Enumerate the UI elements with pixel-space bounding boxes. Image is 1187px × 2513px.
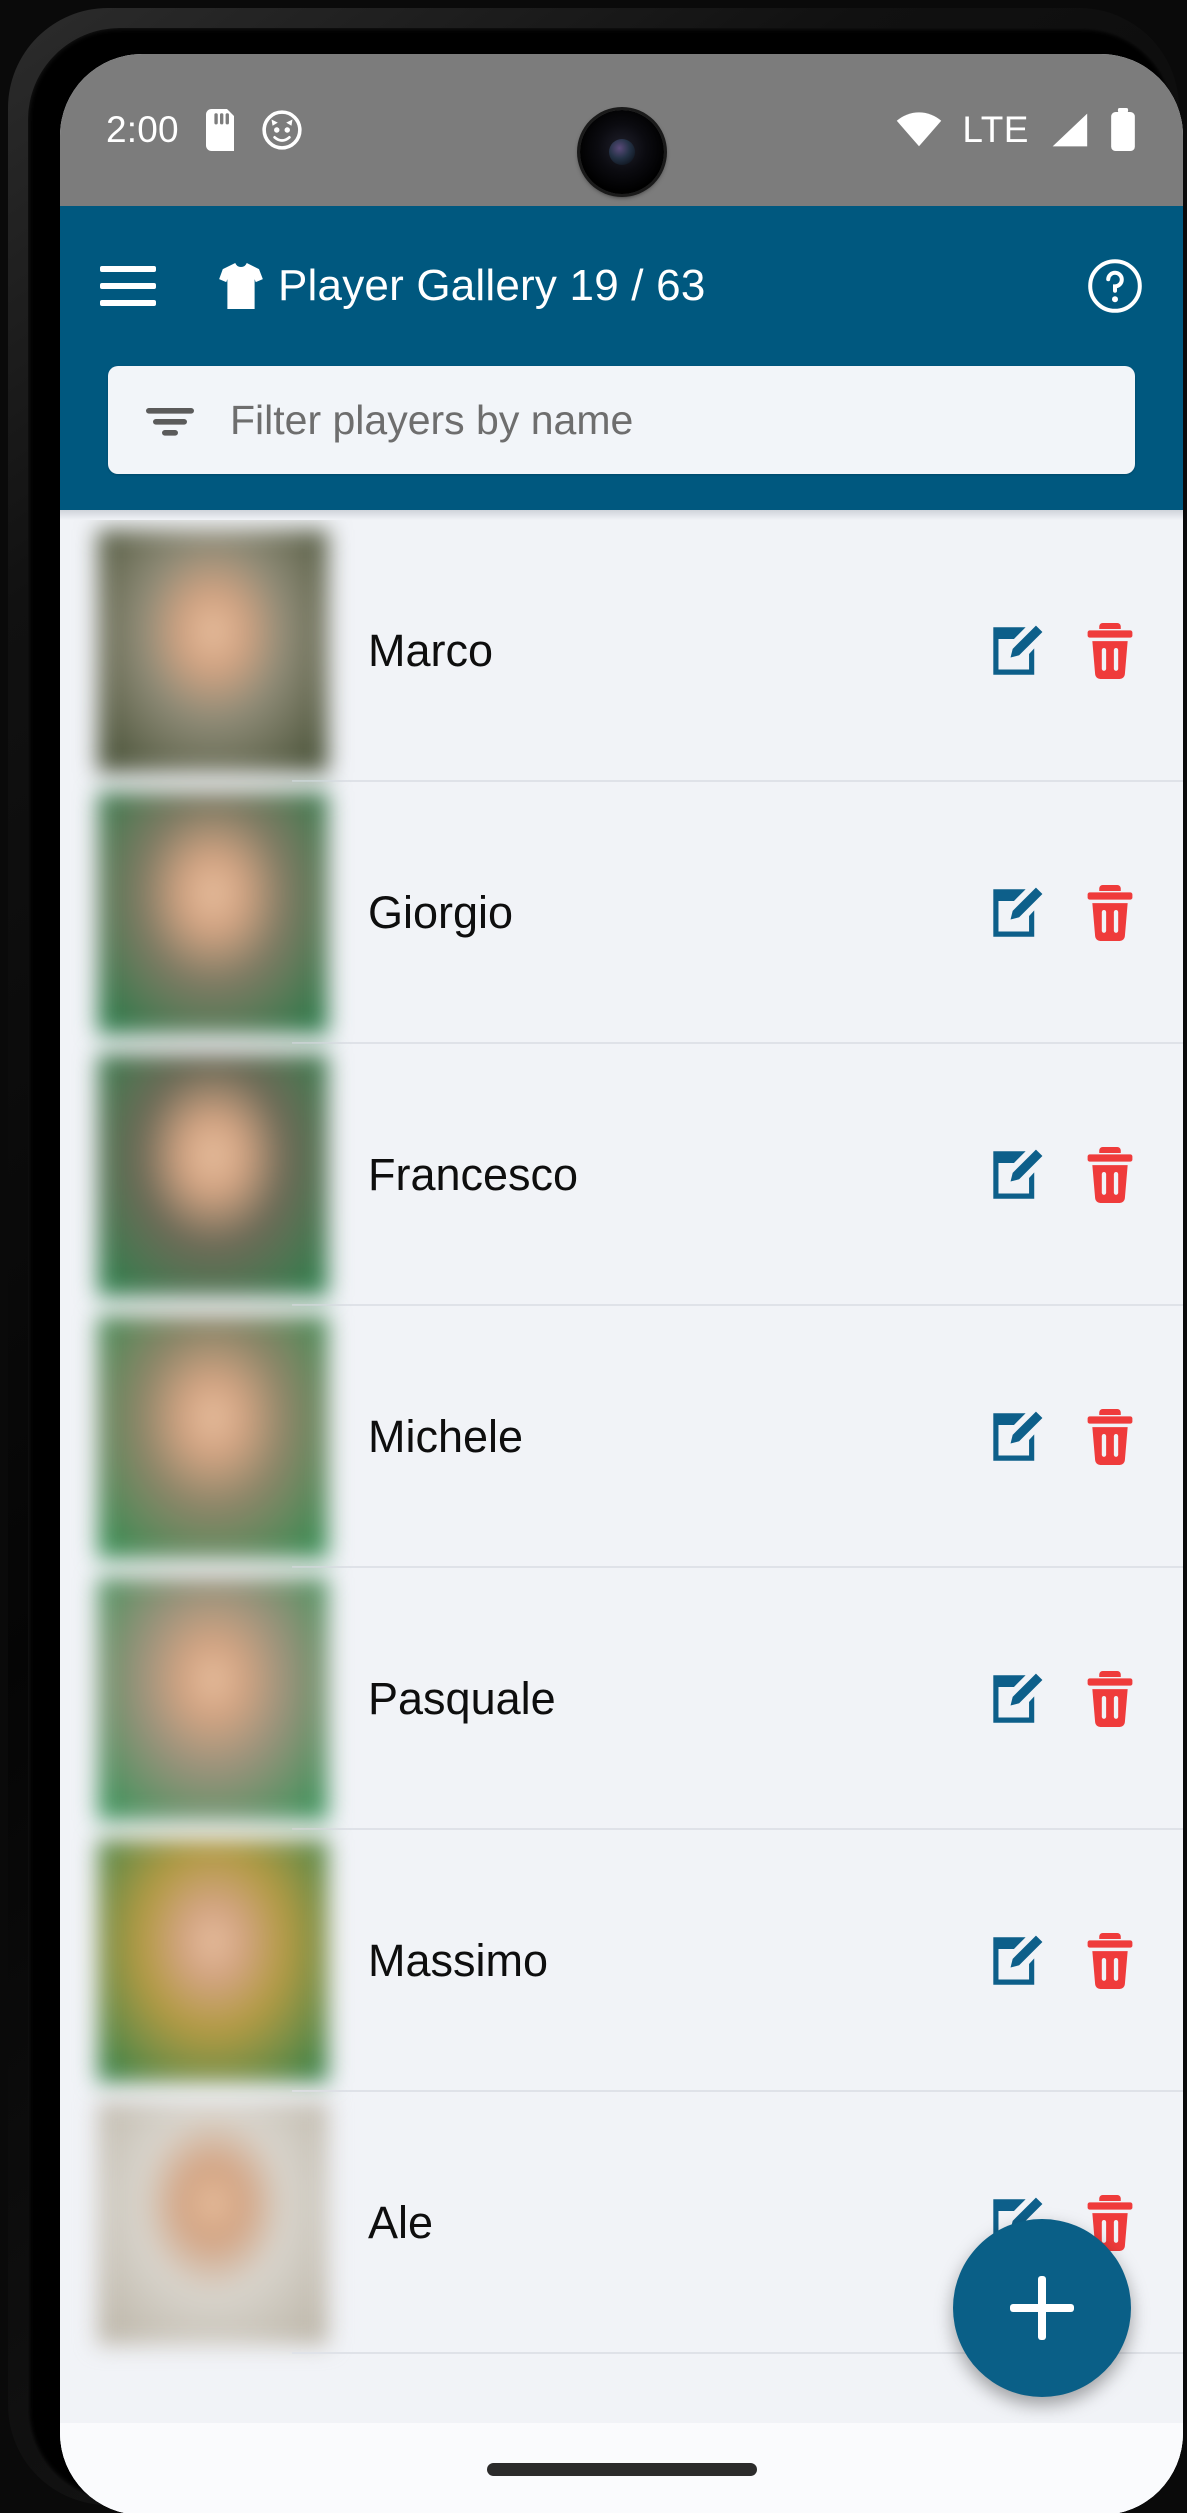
help-circle-icon[interactable] [1087, 258, 1143, 314]
player-avatar[interactable] [97, 2101, 329, 2345]
wifi-icon [896, 112, 942, 148]
signal-icon [1049, 111, 1089, 149]
delete-icon[interactable] [1083, 623, 1139, 680]
app-bar-shadow [60, 510, 1183, 520]
player-name: Ale [368, 2197, 434, 2248]
search-bar-container: Filter players by name [60, 366, 1183, 510]
edit-icon[interactable] [989, 885, 1045, 941]
status-bar-left: 2:00 [106, 109, 303, 151]
sd-card-icon [203, 109, 237, 151]
player-list-scroll[interactable]: Marco Giorgio Francesco Michele Pasquale Mass… [60, 520, 1183, 2513]
filter-players-field[interactable]: Filter players by name [108, 366, 1135, 474]
player-avatar[interactable] [97, 1577, 329, 1821]
player-name: Giorgio [368, 887, 514, 938]
edit-icon[interactable] [989, 1147, 1045, 1203]
status-clock: 2:00 [106, 109, 179, 150]
delete-icon[interactable] [1083, 1933, 1139, 1989]
player-name: Pasquale [368, 1673, 556, 1724]
search-input-placeholder[interactable]: Filter players by name [230, 397, 633, 444]
row-actions [989, 1933, 1139, 1989]
row-actions [989, 1409, 1139, 1465]
row-actions [989, 885, 1139, 942]
screenshot-root: 2:00 LTE Player Gallery 19 / 63 Filter p… [0, 0, 1187, 2513]
front-camera-punch-hole [579, 110, 664, 194]
player-list: Marco Giorgio Francesco Michele Pasquale Mass… [60, 520, 1183, 2354]
table-row[interactable]: Michele [60, 1306, 1183, 1568]
player-avatar[interactable] [97, 1315, 329, 1559]
edit-icon[interactable] [989, 1409, 1045, 1465]
edit-icon[interactable] [989, 1933, 1045, 1989]
player-avatar[interactable] [97, 791, 329, 1035]
player-avatar[interactable] [97, 529, 329, 773]
table-row[interactable]: Francesco [60, 1044, 1183, 1306]
app-bar-title-group: Player Gallery 19 / 63 [218, 261, 706, 311]
app-bar: Player Gallery 19 / 63 [60, 206, 1183, 366]
app-content: 2:00 LTE Player Gallery 19 / 63 Filter p… [60, 54, 1183, 2513]
table-row[interactable]: Giorgio [60, 782, 1183, 1044]
page-title: Player Gallery 19 / 63 [278, 261, 706, 310]
phone-bezel: 2:00 LTE Player Gallery 19 / 63 Filter p… [28, 28, 1183, 2513]
delete-icon[interactable] [1083, 1409, 1139, 1465]
table-row[interactable]: Pasquale [60, 1568, 1183, 1830]
system-navigation-bar [60, 2423, 1183, 2513]
battery-icon [1109, 108, 1137, 152]
phone-frame: 2:00 LTE Player Gallery 19 / 63 Filter p… [8, 8, 1183, 2513]
filter-lines-icon [144, 400, 196, 440]
home-gesture-pill[interactable] [486, 2462, 757, 2476]
player-name: Michele [368, 1411, 524, 1462]
cat-face-icon [261, 109, 303, 151]
delete-icon[interactable] [1083, 1671, 1139, 1727]
delete-icon[interactable] [1083, 885, 1139, 942]
edit-icon[interactable] [989, 623, 1045, 679]
row-actions [989, 1147, 1139, 1203]
player-name: Massimo [368, 1935, 549, 1986]
player-avatar[interactable] [97, 1053, 329, 1297]
phone-screen: 2:00 LTE Player Gallery 19 / 63 Filter p… [60, 54, 1183, 2513]
status-bar: 2:00 LTE [60, 54, 1183, 206]
player-name: Francesco [368, 1149, 579, 1200]
jersey-shirt-icon [218, 261, 264, 311]
network-type-label: LTE [962, 109, 1029, 150]
table-row[interactable]: Massimo [60, 1830, 1183, 2092]
row-actions [989, 623, 1139, 680]
player-avatar[interactable] [97, 1839, 329, 2083]
status-bar-right: LTE [896, 108, 1137, 152]
row-actions [989, 1671, 1139, 1727]
player-name: Marco [368, 625, 494, 676]
add-player-button[interactable] [953, 2219, 1131, 2397]
delete-icon[interactable] [1083, 1147, 1139, 1203]
edit-icon[interactable] [989, 1671, 1045, 1727]
hamburger-menu-icon[interactable] [100, 266, 156, 306]
table-row[interactable]: Marco [60, 520, 1183, 782]
